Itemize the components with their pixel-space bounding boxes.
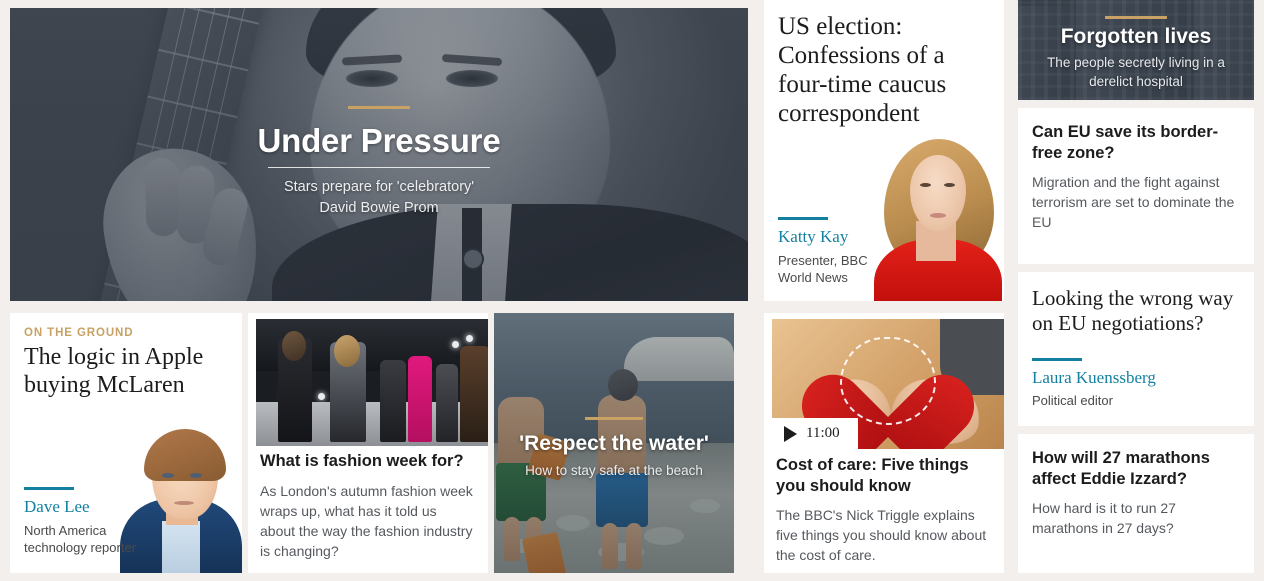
byline-name: Dave Lee bbox=[24, 497, 90, 517]
respect-water-subtitle: How to stay safe at the beach bbox=[525, 463, 703, 478]
byline-role-line1: Presenter, BBC bbox=[778, 252, 868, 268]
eu-border-summary: Migration and the fight against terroris… bbox=[1032, 174, 1235, 231]
story-what-is-fashion-week-for[interactable]: What is fashion week for? As London's au… bbox=[248, 313, 488, 573]
apple-mclaren-headline: The logic in Apple buying McLaren bbox=[24, 344, 204, 398]
byline-rule bbox=[24, 487, 74, 491]
forgotten-lives-subtitle-line2: derelict hospital bbox=[1089, 73, 1183, 89]
fashion-week-summary: As London's autumn fashion week wraps up… bbox=[260, 482, 473, 559]
forgotten-lives-subtitle-line1: The people secretly living in a bbox=[1047, 55, 1225, 71]
story-us-election-caucus[interactable]: US election: Confessions of a four-time … bbox=[764, 0, 1004, 301]
hero-subtitle-line1: Stars prepare for 'celebratory' bbox=[283, 178, 475, 195]
story-cost-of-care[interactable]: 11:00 Cost of care: Five things you shou… bbox=[764, 313, 1004, 573]
byline-role-line2: technology reporter bbox=[24, 540, 137, 556]
katty-kay-photo bbox=[868, 129, 1004, 301]
byline-dave-lee: Dave Lee North America technology report… bbox=[24, 487, 136, 557]
byline-name: Katty Kay bbox=[778, 227, 849, 247]
us-election-headline: US election: Confessions of a four-time … bbox=[778, 13, 947, 127]
byline-laura-kuenssberg: Laura Kuenssberg Political editor bbox=[1032, 357, 1156, 410]
story-eu-negotiations[interactable]: Looking the wrong way on EU negotiations… bbox=[1018, 272, 1254, 426]
forgotten-gold-rule bbox=[1105, 16, 1167, 19]
eu-negotiations-headline: Looking the wrong way on EU negotiations… bbox=[1032, 286, 1234, 336]
video-duration-badge[interactable]: 11:00 bbox=[772, 418, 858, 449]
story-apple-buying-mclaren[interactable]: ON THE GROUND The logic in Apple buying … bbox=[10, 313, 242, 573]
dave-lee-photo bbox=[118, 413, 242, 573]
cost-of-care-image: 11:00 bbox=[772, 319, 1004, 449]
respect-gold-rule bbox=[585, 417, 643, 420]
news-front-page: Under Pressure Stars prepare for 'celebr… bbox=[0, 0, 1264, 581]
hero-subtitle-line2: David Bowie Prom bbox=[319, 199, 439, 216]
respect-water-title: 'Respect the water' bbox=[519, 432, 709, 455]
story-respect-the-water[interactable]: 'Respect the water' How to stay safe at … bbox=[494, 313, 734, 573]
fashion-week-image bbox=[256, 319, 488, 446]
byline-name: Laura Kuenssberg bbox=[1032, 367, 1156, 387]
marathons-summary: How hard is it to run 27 marathons in 27… bbox=[1032, 500, 1176, 537]
byline-role: Political editor bbox=[1032, 393, 1113, 409]
byline-katty-kay: Katty Kay Presenter, BBC World News bbox=[778, 217, 868, 287]
byline-role-line1: North America bbox=[24, 522, 107, 538]
kicker-on-the-ground: ON THE GROUND bbox=[24, 327, 134, 339]
marathons-headline: How will 27 marathons affect Eddie Izzar… bbox=[1032, 449, 1210, 488]
eu-border-headline: Can EU save its border-free zone? bbox=[1032, 123, 1219, 162]
byline-role-line2: World News bbox=[778, 270, 848, 286]
byline-rule bbox=[778, 217, 828, 221]
hero-story-under-pressure[interactable]: Under Pressure Stars prepare for 'celebr… bbox=[10, 8, 748, 301]
play-icon bbox=[784, 425, 797, 442]
hero-title: Under Pressure bbox=[257, 122, 501, 159]
hero-underline bbox=[268, 166, 490, 168]
cost-of-care-headline: Cost of care: Five things you should kno… bbox=[776, 456, 969, 495]
story-eu-border-free-zone[interactable]: Can EU save its border-free zone? Migrat… bbox=[1018, 108, 1254, 264]
video-duration: 11:00 bbox=[806, 425, 840, 441]
byline-rule bbox=[1032, 357, 1082, 361]
fashion-week-headline: What is fashion week for? bbox=[260, 452, 464, 470]
forgotten-lives-title: Forgotten lives bbox=[1060, 25, 1212, 48]
hero-gold-rule bbox=[348, 106, 410, 109]
story-eddie-izzard-marathons[interactable]: How will 27 marathons affect Eddie Izzar… bbox=[1018, 434, 1254, 573]
story-forgotten-lives[interactable]: Forgotten lives The people secretly livi… bbox=[1018, 0, 1254, 100]
cost-of-care-summary: The BBC's Nick Triggle explains five thi… bbox=[776, 507, 987, 564]
